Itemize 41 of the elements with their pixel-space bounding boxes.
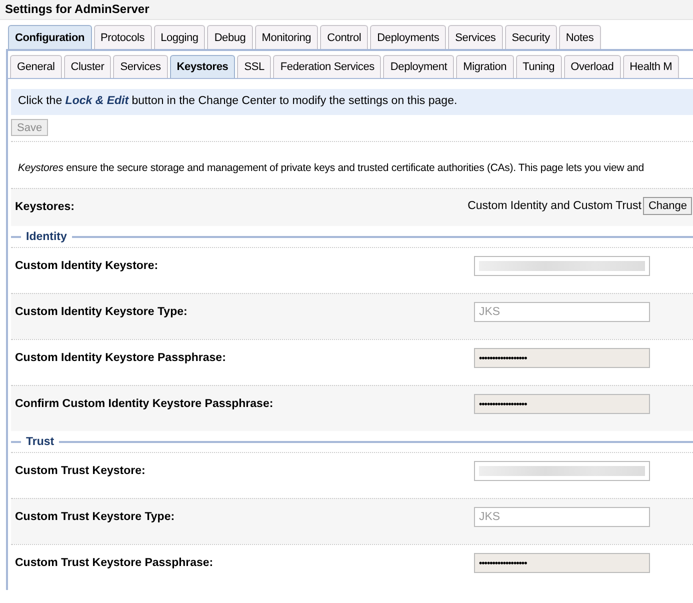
field-label: Custom Trust Keystore Passphrase: — [15, 556, 214, 571]
section-heading: Trust — [25, 436, 56, 448]
tab[interactable]: Federation Services — [273, 55, 382, 78]
tab[interactable]: Overload — [564, 55, 621, 78]
tab[interactable]: Services — [448, 25, 503, 49]
field-label: Custom Trust Keystore: — [15, 464, 146, 479]
redacted-input-field[interactable] — [474, 461, 650, 481]
password-field[interactable]: •••••••••••••••••• — [474, 348, 650, 368]
description-text: Keystores ensure the secure storage and management of private keys and trusted certificate authorities (CAs). This page lets you view and — [17, 161, 645, 176]
tab[interactable]: Control — [320, 25, 368, 49]
tab[interactable]: Cluster — [64, 55, 112, 78]
tab[interactable]: Protocols — [94, 25, 152, 49]
tab[interactable]: Monitoring — [254, 25, 318, 49]
tab[interactable]: Configuration — [8, 25, 92, 49]
tab[interactable]: General — [10, 55, 62, 78]
info-message: Click the Lock & Edit button in the Change Center to modify the settings on this page. — [11, 89, 693, 115]
field-label: Confirm Custom Identity Keystore Passphrase: — [15, 397, 274, 412]
tab[interactable]: Keystores — [170, 55, 236, 78]
field-label: Custom Identity Keystore: — [15, 259, 158, 274]
tab[interactable]: Health M — [622, 55, 680, 78]
tab[interactable]: Logging — [154, 25, 206, 49]
tab[interactable]: Debug — [207, 25, 253, 49]
change-button[interactable]: Change — [643, 197, 692, 215]
field-label: Custom Identity Keystore Type: — [15, 305, 188, 320]
redacted-input-field[interactable] — [474, 256, 650, 276]
field-label: Keystores: — [15, 200, 74, 215]
password-field[interactable]: •••••••••••••••••• — [474, 553, 650, 573]
tab[interactable]: Notes — [558, 25, 601, 49]
field-label: Custom Identity Keystore Passphrase: — [15, 351, 226, 366]
tab[interactable]: SSL — [237, 55, 272, 78]
tab[interactable]: Deployments — [370, 25, 446, 49]
page-title: Settings for AdminServer — [5, 2, 150, 16]
password-field[interactable]: •••••••••••••••••• — [474, 394, 650, 414]
field-value: Custom Identity and Custom Trust — [468, 200, 642, 212]
tab[interactable]: Services — [113, 55, 168, 78]
tab[interactable]: Migration — [456, 55, 514, 78]
section-heading: Identity — [25, 230, 68, 242]
tab[interactable]: Tuning — [516, 55, 562, 78]
tab[interactable]: Deployment — [383, 55, 454, 78]
field-label: Custom Trust Keystore Type: — [15, 510, 175, 525]
tab[interactable]: Security — [504, 25, 557, 49]
